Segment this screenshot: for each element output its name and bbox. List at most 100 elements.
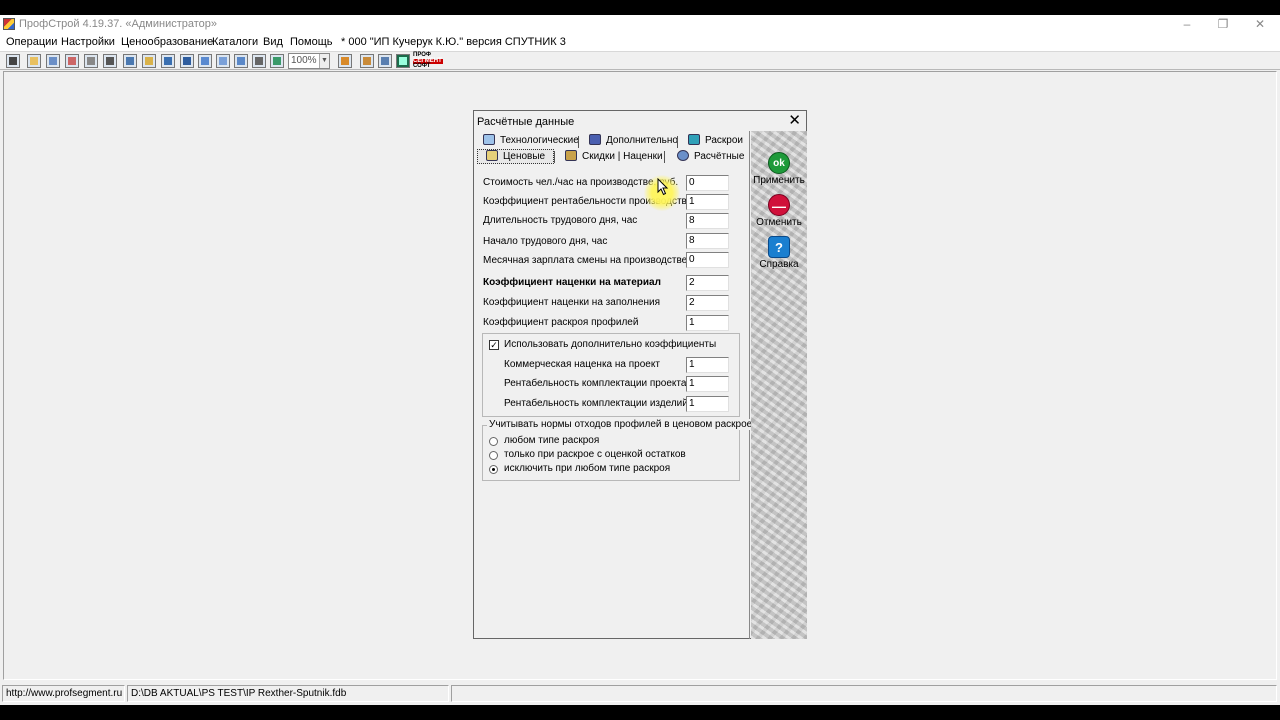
toolbar-chart-icon[interactable] <box>216 54 230 68</box>
toolbar-calculator-icon[interactable] <box>6 54 20 68</box>
toolbar-money-icon[interactable] <box>338 54 352 68</box>
toolbar-tools-icon[interactable] <box>252 54 266 68</box>
ok-icon: ok <box>768 152 790 174</box>
radio-cutting-with-remains[interactable] <box>489 451 498 460</box>
field-label: Рентабельность комплектации изделий <box>504 398 688 409</box>
tab-technological[interactable]: Технологические <box>483 134 579 149</box>
menu-pricing[interactable]: Ценообразование <box>121 36 213 48</box>
menu-help[interactable]: Помощь <box>290 36 333 48</box>
radio-any-cutting[interactable] <box>489 437 498 446</box>
zoom-value: 100% <box>291 55 317 66</box>
status-empty <box>451 685 1277 702</box>
profile-cutting-input[interactable]: 1 <box>686 315 729 331</box>
toolbar-list-icon[interactable] <box>46 54 60 68</box>
field-label: Коммерческая наценка на проект <box>504 359 660 370</box>
calc-icon <box>677 150 689 161</box>
tab-additional[interactable]: Дополнительно <box>589 134 678 149</box>
tab-separator <box>677 136 678 148</box>
apply-button[interactable]: ok Применить <box>751 152 807 186</box>
zoom-select[interactable]: 100% ▼ <box>288 53 330 69</box>
items-profitability-input[interactable]: 1 <box>686 396 729 412</box>
calc-data-dialog: Расчётные данные ✕ Технологические Допол… <box>473 110 807 639</box>
hourly-cost-input[interactable]: 0 <box>686 175 729 191</box>
cancel-icon: — <box>768 194 790 216</box>
toolbar-doc-icon[interactable] <box>378 54 392 68</box>
dialog-title: Расчётные данные <box>477 116 575 128</box>
field-label: Коэффициент раскроя профилей <box>483 317 639 328</box>
material-markup-input[interactable]: 2 <box>686 275 729 291</box>
monthly-salary-input[interactable]: 0 <box>686 252 729 268</box>
workday-start-input[interactable]: 8 <box>686 233 729 249</box>
tab-discounts[interactable]: Скидки | Наценки <box>565 150 663 165</box>
toolbar: 100% ▼ ПРОФ СЕГМЕНТ СОФТ <box>0 51 1280 70</box>
mouse-pointer-icon <box>657 178 669 196</box>
toolbar-move-icon[interactable] <box>180 54 194 68</box>
tab-separator <box>578 136 579 148</box>
help-button[interactable]: ? Справка <box>751 236 807 270</box>
close-window-button[interactable]: ✕ <box>1242 15 1278 34</box>
status-url: http://www.profsegment.ru <box>2 685 125 702</box>
menu-view[interactable]: Вид <box>263 36 283 48</box>
project-profitability-input[interactable]: 1 <box>686 376 729 392</box>
fill-markup-input[interactable]: 2 <box>686 295 729 311</box>
title-bar: ПрофСтрой 4.19.37. «Администратор» – ❐ ✕ <box>0 15 1280 34</box>
field-label: Месячная зарплата смены на производстве,… <box>483 255 712 266</box>
help-label: Справка <box>759 259 799 270</box>
logo-line-3: СОФТ <box>413 63 431 69</box>
menu-operations[interactable]: Операции <box>6 36 57 48</box>
tab-label: Дополнительно <box>606 135 678 146</box>
restore-button[interactable]: ❐ <box>1205 15 1241 34</box>
help-icon: ? <box>768 236 790 258</box>
grid-icon <box>688 134 700 145</box>
tab-label: Скидки | Наценки <box>582 151 663 162</box>
tab-calculated[interactable]: Расчётные <box>677 150 744 165</box>
tab-label: Раскрои <box>705 135 743 146</box>
menu-bar: Операции Настройки Ценообразование Катал… <box>0 34 1280 51</box>
status-bar: http://www.profsegment.ru D:\DB AKTUAL\P… <box>0 683 1280 705</box>
document-icon <box>589 134 601 145</box>
tab-cutting[interactable]: Раскрои <box>688 134 743 149</box>
minimize-button[interactable]: – <box>1169 15 1205 34</box>
cancel-label: Отменить <box>756 217 802 228</box>
radio-label: только при раскрое с оценкой остатков <box>504 449 686 460</box>
toolbar-device-icon[interactable] <box>396 54 410 68</box>
dialog-close-button[interactable]: ✕ <box>788 113 801 129</box>
radio-label: любом типе раскроя <box>504 435 600 446</box>
cancel-button[interactable]: — Отменить <box>751 194 807 228</box>
tab-label: Расчётные <box>694 151 745 162</box>
dialog-content: Технологические Дополнительно Раскрои Це… <box>474 131 755 639</box>
radio-label: исключить при любом типе раскроя <box>504 463 671 474</box>
toolbar-edit-icon[interactable] <box>65 54 79 68</box>
toolbar-export-icon[interactable] <box>270 54 284 68</box>
workday-length-input[interactable]: 8 <box>686 213 729 229</box>
commercial-markup-input[interactable]: 1 <box>686 357 729 373</box>
profsegment-logo: ПРОФ СЕГМЕНТ СОФТ <box>413 52 443 70</box>
toolbar-save-icon[interactable] <box>103 54 117 68</box>
toolbar-print-icon[interactable] <box>84 54 98 68</box>
waste-norms-group: Учитывать нормы отходов профилей в ценов… <box>482 419 755 481</box>
field-label: Длительность трудового дня, час <box>483 215 638 226</box>
field-label: Коэффициент наценки на заполнения <box>483 297 661 308</box>
toolbar-graph-icon[interactable] <box>234 54 248 68</box>
tab-pricing[interactable]: Ценовые <box>477 149 555 164</box>
window-title: ПрофСтрой 4.19.37. «Администратор» <box>19 18 218 30</box>
field-label: Коэффициент наценки на материал <box>483 277 661 288</box>
toolbar-new-icon[interactable] <box>27 54 41 68</box>
menu-catalogs[interactable]: Каталоги <box>212 36 258 48</box>
toolbar-draw-icon[interactable] <box>198 54 212 68</box>
money-icon <box>486 150 498 161</box>
list-icon <box>483 134 495 145</box>
company-version-label: * 000 "ИП Кучерук К.Ю." версия СПУТНИК 3 <box>341 36 566 48</box>
field-label: Начало трудового дня, час <box>483 236 608 247</box>
toolbar-user-icon[interactable] <box>360 54 374 68</box>
toolbar-report-icon[interactable] <box>142 54 156 68</box>
menu-settings[interactable]: Настройки <box>61 36 115 48</box>
tab-separator <box>664 151 665 163</box>
use-extra-coefficients-checkbox[interactable]: ✓ <box>489 340 499 350</box>
dialog-side-panel: ok Применить — Отменить ? Справка <box>751 131 807 639</box>
toolbar-settings-icon[interactable] <box>161 54 175 68</box>
radio-exclude-any-cutting[interactable] <box>489 465 498 474</box>
production-profitability-input[interactable]: 1 <box>686 194 729 210</box>
toolbar-table-icon[interactable] <box>123 54 137 68</box>
checkbox-label: Использовать дополнительно коэффициенты <box>504 339 717 350</box>
